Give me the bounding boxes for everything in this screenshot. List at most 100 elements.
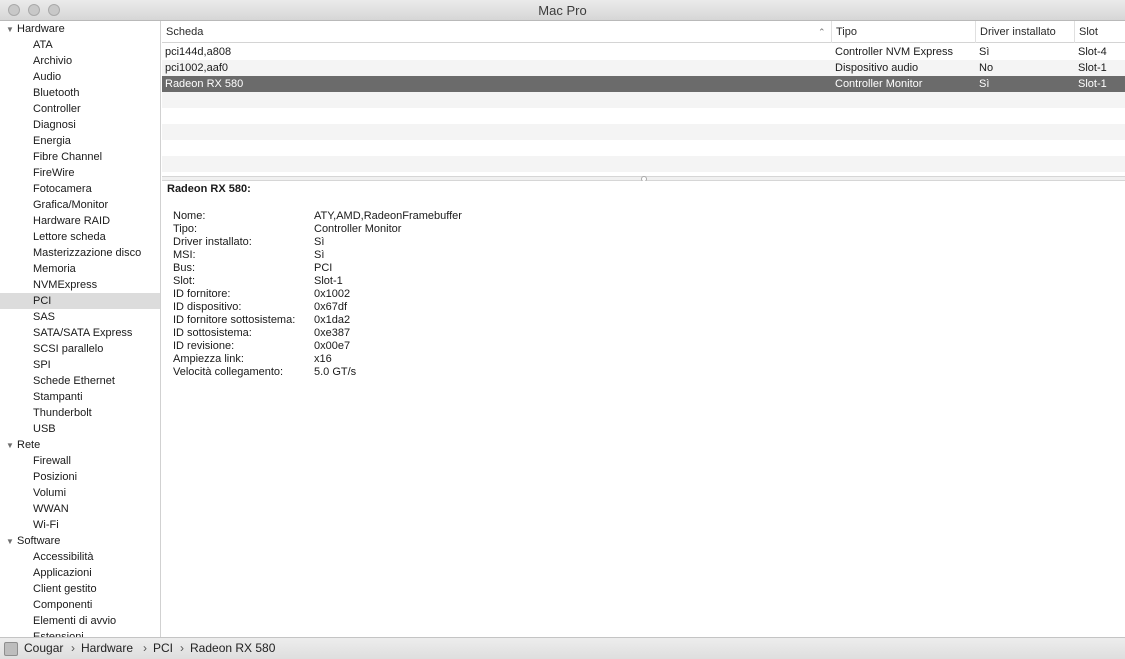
sidebar-item-bluetooth[interactable]: Bluetooth	[0, 85, 160, 101]
disclosure-triangle-icon[interactable]: ▼	[6, 438, 17, 454]
sidebar-item-componenti[interactable]: Componenti	[0, 597, 160, 613]
disclosure-triangle-icon[interactable]: ▼	[6, 534, 17, 550]
sidebar-item-client-gestito[interactable]: Client gestito	[0, 581, 160, 597]
sidebar-category-label: Hardware	[17, 23, 65, 35]
property-value: PCI	[314, 262, 333, 274]
empty-table-row	[162, 156, 1125, 172]
sidebar-item-firewire[interactable]: FireWire	[0, 165, 160, 181]
sidebar-item-applicazioni[interactable]: Applicazioni	[0, 565, 160, 581]
chevron-right-icon: ›	[71, 641, 75, 655]
sidebar-item-volumi[interactable]: Volumi	[0, 485, 160, 501]
table-cell-scheda: pci1002,aaf0	[165, 62, 228, 74]
sidebar-item-wwan[interactable]: WWAN	[0, 501, 160, 517]
breadcrumb-item[interactable]: Cougar	[24, 641, 63, 655]
sidebar-category-software[interactable]: ▼ Software	[0, 533, 160, 550]
column-header-driver[interactable]: Driver installato	[975, 21, 1075, 43]
sidebar: ▼ Hardware ATA Archivio Audio Bluetooth Contro…	[0, 21, 161, 637]
table-cell-tipo: Dispositivo audio	[835, 62, 919, 74]
table-cell-slot: Slot-1	[1078, 62, 1107, 74]
sidebar-item-controller[interactable]: Controller	[0, 101, 160, 117]
path-bar: Cougar › Hardware › PCI › Radeon RX 580	[0, 637, 1125, 659]
detail-pane: Radeon RX 580: Nome: ATY,AMD,RadeonFrameb…	[162, 181, 1125, 637]
sidebar-item-grafica-monitor[interactable]: Grafica/Monitor	[0, 197, 160, 213]
table-row[interactable]: pci144d,a808 Controller NVM Express Sì Slot…	[162, 44, 1125, 60]
sidebar-item-elementi-di-avvio[interactable]: Elementi di avvio	[0, 613, 160, 629]
column-header-tipo[interactable]: Tipo	[831, 21, 976, 43]
sidebar-item-nvmexpress[interactable]: NVMExpress	[0, 277, 160, 293]
sidebar-category-label: Software	[17, 535, 61, 547]
sidebar-item-archivio[interactable]: Archivio	[0, 53, 160, 69]
property-label: Velocità collegamento:	[173, 366, 284, 378]
sidebar-item-audio[interactable]: Audio	[0, 69, 160, 85]
table-cell-tipo: Controller NVM Express	[835, 46, 953, 58]
property-value: Controller Monitor	[314, 223, 402, 235]
sidebar-item-estensioni[interactable]: Estensioni	[0, 629, 160, 637]
sidebar-item-posizioni[interactable]: Posizioni	[0, 469, 160, 485]
sidebar-item-scsi-parallelo[interactable]: SCSI parallelo	[0, 341, 160, 357]
sidebar-category-label: Rete	[17, 439, 41, 451]
sidebar-item-stampanti[interactable]: Stampanti	[0, 389, 160, 405]
table-row[interactable]: pci1002,aaf0 Dispositivo audio No Slot-1	[162, 60, 1125, 76]
empty-table-row	[162, 124, 1125, 140]
property-label: MSI:	[173, 249, 196, 261]
property-label: ID revisione:	[173, 340, 235, 352]
column-header-scheda[interactable]: Scheda	[162, 21, 827, 43]
sidebar-item-spi[interactable]: SPI	[0, 357, 160, 373]
sidebar-item-memoria[interactable]: Memoria	[0, 261, 160, 277]
empty-table-row	[162, 92, 1125, 108]
title-bar: Mac Pro	[0, 0, 1125, 21]
breadcrumb-item[interactable]: PCI	[153, 641, 173, 655]
table-row[interactable]: Radeon RX 580 Controller Monitor Sì Slot-1	[162, 76, 1125, 92]
sidebar-category-rete[interactable]: ▼ Rete	[0, 437, 160, 454]
chevron-right-icon: ›	[180, 641, 184, 655]
property-label: Bus:	[173, 262, 196, 274]
property-value: 0x67df	[314, 301, 348, 313]
property-value: Slot-1	[314, 275, 343, 287]
device-table: Scheda ⌃ Tipo Driver installato Slot pci…	[162, 21, 1125, 176]
table-header: Scheda ⌃ Tipo Driver installato Slot	[162, 21, 1125, 43]
property-value: 0x1da2	[314, 314, 351, 326]
sidebar-item-masterizzazione-disco[interactable]: Masterizzazione disco	[0, 245, 160, 261]
sidebar-item-ata[interactable]: ATA	[0, 37, 160, 53]
sidebar-item-energia[interactable]: Energia	[0, 133, 160, 149]
property-value: 0xe387	[314, 327, 351, 339]
property-value: x16	[314, 353, 332, 365]
sidebar-item-wi-fi[interactable]: Wi-Fi	[0, 517, 160, 533]
sidebar-item-accessibilit-[interactable]: Accessibilità	[0, 549, 160, 565]
property-label: ID fornitore:	[173, 288, 231, 300]
table-cell-scheda: pci144d,a808	[165, 46, 232, 58]
sidebar-item-firewall[interactable]: Firewall	[0, 453, 160, 469]
sidebar-item-schede-ethernet[interactable]: Schede Ethernet	[0, 373, 160, 389]
sidebar-item-usb[interactable]: USB	[0, 421, 160, 437]
sidebar-item-fotocamera[interactable]: Fotocamera	[0, 181, 160, 197]
sidebar-item-lettore-scheda[interactable]: Lettore scheda	[0, 229, 160, 245]
sidebar-item-pci[interactable]: PCI	[0, 293, 160, 309]
table-cell-slot: Slot-4	[1078, 46, 1107, 58]
disclosure-triangle-icon[interactable]: ▼	[6, 22, 17, 38]
sidebar-item-thunderbolt[interactable]: Thunderbolt	[0, 405, 160, 421]
sidebar-item-fibre-channel[interactable]: Fibre Channel	[0, 149, 160, 165]
property-label: Tipo:	[173, 223, 198, 235]
breadcrumb-item[interactable]: Hardware	[81, 641, 133, 655]
table-cell-scheda: Radeon RX 580	[165, 78, 244, 90]
table-cell-driver: No	[979, 62, 994, 74]
property-label: ID sottosistema:	[173, 327, 252, 339]
property-value: ATY,AMD,RadeonFramebuffer	[314, 210, 462, 222]
chevron-right-icon: ›	[143, 641, 147, 655]
breadcrumb-item[interactable]: Radeon RX 580	[190, 641, 275, 655]
sidebar-item-sas[interactable]: SAS	[0, 309, 160, 325]
detail-title: Radeon RX 580:	[167, 183, 251, 195]
column-header-slot[interactable]: Slot	[1074, 21, 1125, 43]
property-label: Ampiezza link:	[173, 353, 244, 365]
table-cell-slot: Slot-1	[1078, 78, 1107, 90]
property-value: 5.0 GT/s	[314, 366, 357, 378]
property-value: 0x00e7	[314, 340, 351, 352]
computer-icon	[4, 642, 18, 656]
sort-ascending-icon: ⌃	[818, 27, 826, 37]
property-value: Sì	[314, 249, 325, 261]
property-label: ID fornitore sottosistema:	[173, 314, 296, 326]
sidebar-item-sata-sata-express[interactable]: SATA/SATA Express	[0, 325, 160, 341]
sidebar-item-hardware-raid[interactable]: Hardware RAID	[0, 213, 160, 229]
sidebar-category-hardware[interactable]: ▼ Hardware	[0, 21, 160, 38]
sidebar-item-diagnosi[interactable]: Diagnosi	[0, 117, 160, 133]
